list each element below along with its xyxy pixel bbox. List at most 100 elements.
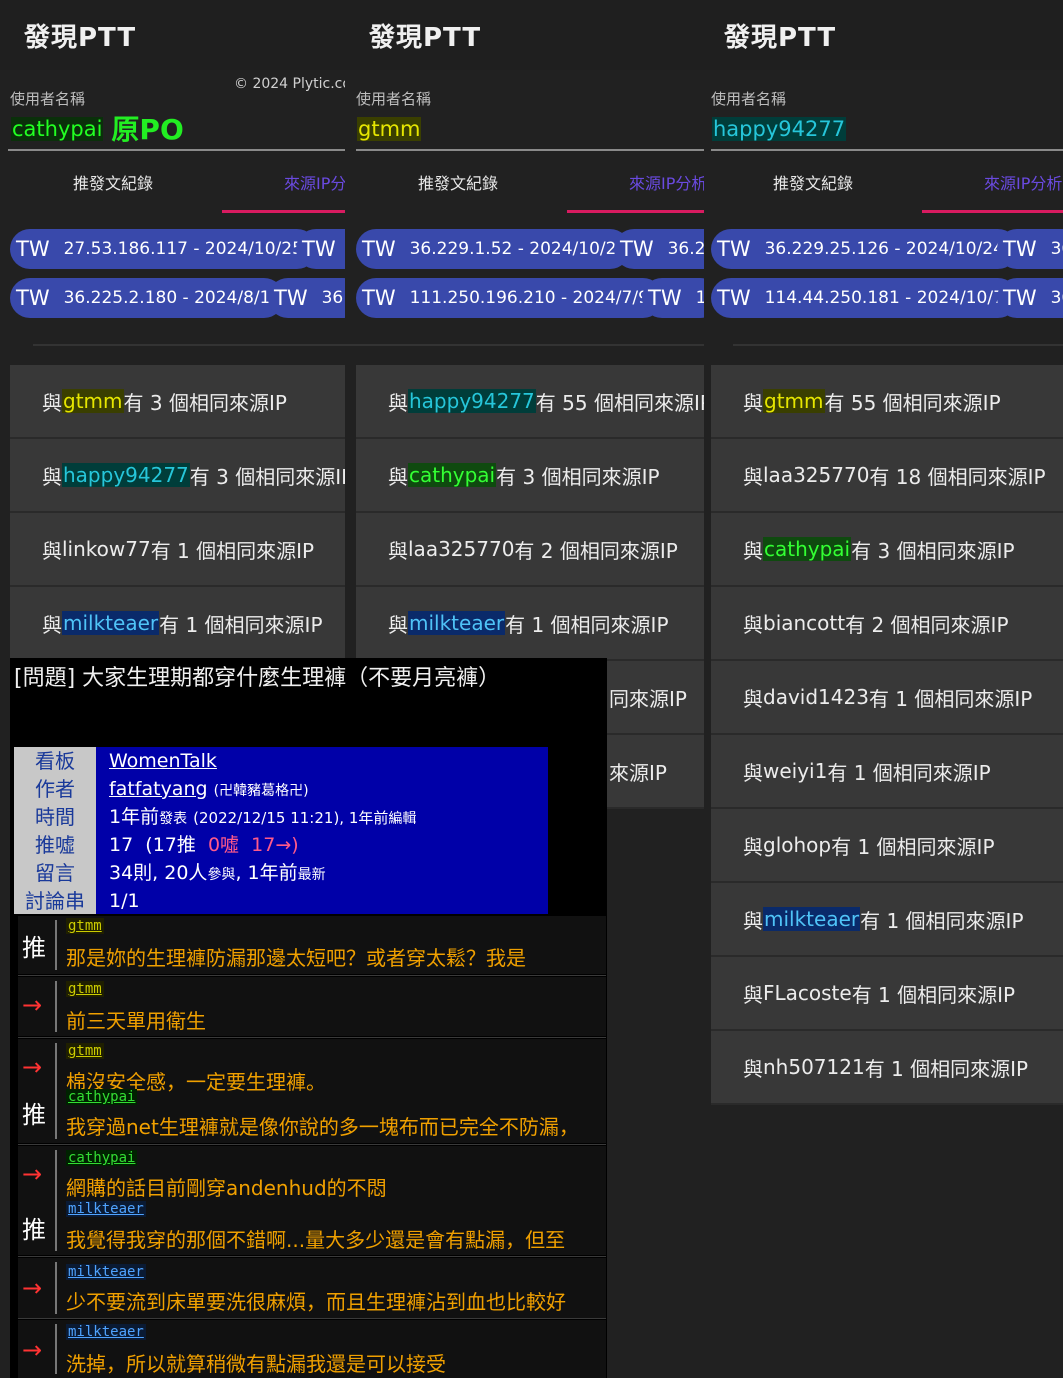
ip-chip[interactable]: TW 36.22 bbox=[614, 229, 704, 269]
comment-user[interactable]: gtmm bbox=[66, 981, 104, 997]
username-field[interactable]: cathypai 原PO bbox=[10, 114, 185, 145]
board-link[interactable]: WomenTalk bbox=[109, 750, 217, 772]
ip-chip[interactable]: TW 1 bbox=[642, 278, 704, 318]
username-value: cathypai bbox=[11, 117, 104, 141]
tab-indicator bbox=[567, 210, 704, 213]
list-item[interactable]: 與 weiyi1 有 1 個相同來源IP bbox=[711, 735, 1063, 809]
ip-text: 36.229.1.52 - 2024/10/2 bbox=[409, 239, 617, 259]
country-code: TW bbox=[362, 237, 396, 261]
arrow-tag: → bbox=[22, 1053, 43, 1081]
user-tag: david1423 bbox=[763, 685, 869, 709]
info-key-comments: 留言 bbox=[35, 861, 75, 885]
ip-chip[interactable]: TW 36. bbox=[268, 278, 345, 318]
comment-text: 我穿過net生理褲就是像你說的多一塊布而已完全不防漏， bbox=[66, 1115, 579, 1139]
comment-separator bbox=[18, 975, 606, 976]
info-board[interactable]: WomenTalk bbox=[109, 747, 217, 775]
list-item[interactable]: 與 cathypai 有 3 個相同來源IP bbox=[711, 513, 1063, 587]
tab-ip-analysis[interactable]: 來源IP分 bbox=[284, 170, 345, 194]
list-item[interactable]: 與 linkow77 有 1 個相同來源IP bbox=[10, 513, 345, 587]
ip-text: 27.53.186.117 - 2024/10/25 bbox=[63, 239, 303, 259]
ip-chip[interactable]: TW 36.229.25.126 - 2024/10/24 bbox=[711, 229, 1018, 269]
info-comments: 34則, 20人參與, 1年前最新 bbox=[109, 862, 326, 884]
username-field[interactable]: happy94277 bbox=[711, 114, 847, 144]
comment-user[interactable]: cathypai bbox=[66, 1150, 138, 1166]
username-field[interactable]: gtmm bbox=[356, 114, 422, 144]
tab-ip-analysis[interactable]: 來源IP分析 bbox=[984, 170, 1062, 194]
username-value: happy94277 bbox=[712, 117, 847, 141]
list-item[interactable]: 與 milkteaer 有 1 個相同來源IP bbox=[711, 883, 1063, 957]
comment-divider bbox=[55, 1262, 57, 1314]
comment-text: 那是妳的生理褲防漏那邊太短吧？或者穿太鬆？我是 bbox=[66, 946, 526, 970]
tab-post-history[interactable]: 推發文紀錄 bbox=[73, 170, 153, 194]
ip-chip[interactable]: TW 111.250.196.210 - 2024/7/9 bbox=[356, 278, 663, 318]
username-underline bbox=[8, 149, 345, 151]
ip-chip[interactable]: TW 36.229.1.52 - 2024/10/2 bbox=[356, 229, 631, 269]
list-item[interactable]: 與 laa325770 有 18 個相同來源IP bbox=[711, 439, 1063, 513]
ip-chip[interactable]: TW 36 bbox=[997, 278, 1063, 318]
user-tag: cathypai bbox=[408, 463, 497, 487]
country-code: TW bbox=[16, 237, 50, 261]
user-tag: gtmm bbox=[62, 389, 124, 413]
info-key-time: 時間 bbox=[35, 805, 75, 829]
comment-block: → 推 cathypai 網購的話目前剛穿andenhud的不悶 milktea… bbox=[18, 1146, 606, 1255]
comment-block: 推 gtmm 那是妳的生理褲防漏那邊太短吧？或者穿太鬆？我是 bbox=[18, 916, 606, 974]
ip-chip[interactable]: TW 36.225.2.180 - 2024/8/1 bbox=[10, 278, 285, 318]
list-item[interactable]: 與 milkteaer 有 1 個相同來源IP bbox=[10, 587, 345, 661]
list-item[interactable]: 與 glohop 有 1 個相同來源IP bbox=[711, 809, 1063, 883]
info-time: 1年前發表 (2022/12/15 11:21), 1年前編輯 bbox=[109, 806, 417, 828]
comment-user[interactable]: gtmm bbox=[66, 1043, 104, 1059]
list-item[interactable]: 與 cathypai 有 3 個相同來源IP bbox=[356, 439, 704, 513]
comment-text: 網購的話目前剛穿andenhud的不悶 bbox=[66, 1176, 387, 1200]
comment-block: → milkteaer 少不要流到床單要洗很麻煩，而且生理褲沾到血也比較好 bbox=[18, 1258, 606, 1318]
comment-user[interactable]: milkteaer bbox=[66, 1201, 146, 1217]
list-item[interactable]: 與 gtmm 有 55 個相同來源IP bbox=[711, 365, 1063, 439]
tab-ip-analysis[interactable]: 來源IP分析 bbox=[629, 170, 704, 194]
list-item[interactable]: 與 gtmm 有 3 個相同來源IP bbox=[10, 365, 345, 439]
list-item[interactable]: 與 nh507121 有 1 個相同來源IP bbox=[711, 1031, 1063, 1105]
author-link[interactable]: fatfatyang bbox=[109, 778, 208, 800]
arrow-tag: → bbox=[22, 1336, 43, 1364]
ip-text: 36 bbox=[1050, 288, 1063, 308]
tab-post-history[interactable]: 推發文紀錄 bbox=[773, 170, 853, 194]
ip-chip[interactable]: TW 27.53.186.117 - 2024/10/25 bbox=[10, 229, 317, 269]
list-item[interactable]: 與 biancott 有 2 個相同來源IP bbox=[711, 587, 1063, 661]
shared-ip-list: 與 gtmm 有 3 個相同來源IP 與 happy94277 有 3 個相同來源IP … bbox=[10, 365, 345, 661]
list-item[interactable]: 與 happy94277 有 3 個相同來源IP bbox=[10, 439, 345, 513]
ip-chip[interactable]: TW 36 bbox=[997, 229, 1063, 269]
comment-user[interactable]: milkteaer bbox=[66, 1264, 146, 1280]
username-value: gtmm bbox=[357, 117, 422, 141]
user-tag: weiyi1 bbox=[763, 759, 828, 783]
comment-user[interactable]: milkteaer bbox=[66, 1324, 146, 1340]
info-score: 17 (17推 0噓 17→) bbox=[109, 834, 299, 856]
list-item[interactable]: 與 milkteaer 有 1 個相同來源IP bbox=[356, 587, 704, 661]
country-code: TW bbox=[717, 237, 751, 261]
arrow-tag: → bbox=[22, 1160, 43, 1188]
comment-text: 我覺得我穿的那個不錯啊...量大多少還是會有點漏，但至 bbox=[66, 1228, 566, 1252]
comment-text: 少不要流到床單要洗很麻煩，而且生理褲沾到血也比較好 bbox=[66, 1290, 566, 1314]
username-label: 使用者名稱 bbox=[711, 90, 787, 108]
user-tag: gtmm bbox=[763, 389, 825, 413]
comment-user[interactable]: cathypai bbox=[66, 1089, 138, 1105]
user-tag: milkteaer bbox=[763, 907, 861, 931]
list-item[interactable]: 與 happy94277 有 55 個相同來源IP bbox=[356, 365, 704, 439]
country-code: TW bbox=[717, 286, 751, 310]
ip-chip[interactable]: TW 114.44.250.181 - 2024/10/7 bbox=[711, 278, 1018, 318]
user-tag: linkow77 bbox=[62, 537, 151, 561]
ip-chip[interactable]: TW bbox=[296, 229, 345, 269]
list-item[interactable]: 與 FLacoste 有 1 個相同來源IP bbox=[711, 957, 1063, 1031]
info-author: fatfatyang (卍韓豬葛格卍) bbox=[109, 775, 309, 803]
user-tag: happy94277 bbox=[408, 389, 536, 413]
tab-indicator bbox=[222, 210, 345, 213]
app-title: 發現PTT bbox=[724, 22, 837, 53]
info-key-thread: 討論串 bbox=[25, 889, 85, 913]
tab-indicator bbox=[922, 210, 1063, 213]
app-title: 發現PTT bbox=[369, 22, 482, 53]
comment-user[interactable]: gtmm bbox=[66, 918, 104, 934]
ip-text: 36.229.25.126 - 2024/10/24 bbox=[764, 239, 1004, 259]
app-header: 發現PTT bbox=[704, 0, 1063, 70]
list-item[interactable]: 與 laa325770 有 2 個相同來源IP bbox=[356, 513, 704, 587]
tab-post-history[interactable]: 推發文紀錄 bbox=[418, 170, 498, 194]
country-code: TW bbox=[620, 237, 654, 261]
country-code: TW bbox=[302, 237, 336, 261]
list-item[interactable]: 與 david1423 有 1 個相同來源IP bbox=[711, 661, 1063, 735]
